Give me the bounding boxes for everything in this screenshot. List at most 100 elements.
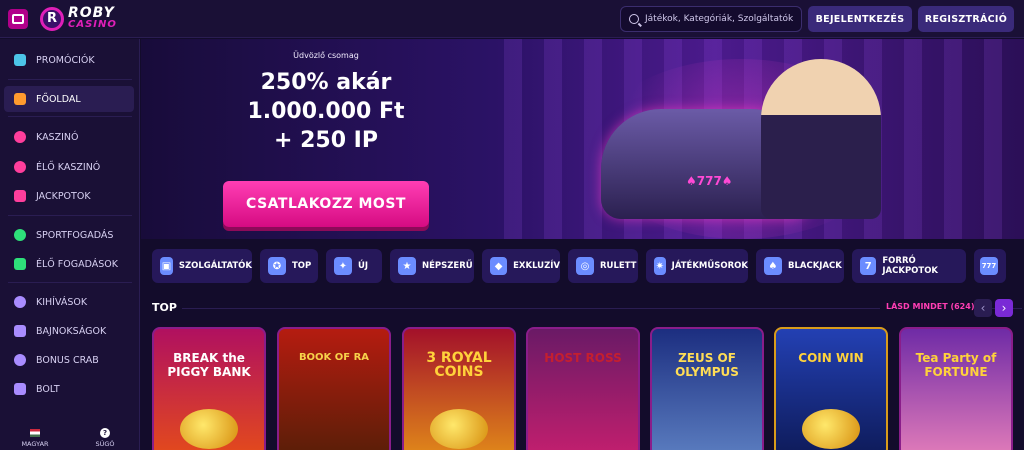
seven-icon: 7 [860, 257, 877, 275]
coin-icon [802, 409, 860, 449]
game-title: 3 ROYAL COINS [426, 350, 492, 380]
trophy-icon [14, 325, 26, 337]
search-placeholder: Játékok, Kategóriák, Szolgáltatók [645, 14, 794, 24]
scroll-left-button[interactable]: ‹ [974, 299, 992, 317]
game-card[interactable]: COIN WIN [774, 327, 888, 450]
category-popular[interactable]: ★ NÉPSZERŰ [390, 249, 474, 283]
sidebar-item-label: ÉLŐ KASZINÓ [36, 161, 101, 173]
sidebar: PROMÓCIÓK FŐOLDAL KASZINÓ ÉLŐ KASZINÓ JA… [0, 39, 140, 450]
hero-line-3: + 250 IP [274, 128, 378, 153]
game-card[interactable]: ZEUS OF OLYMPUS [650, 327, 764, 450]
top-section-header: TOP LÁSD MINDET (624) ‹ › [152, 299, 1022, 317]
slot-777-icon: 777 [980, 257, 998, 275]
top-bar: R ROBY CASINO Játékok, Kategóriák, Szolg… [0, 0, 1024, 38]
category-label: SZOLGÁLTATÓK [178, 261, 252, 271]
help-icon: ? [100, 428, 110, 438]
help-button[interactable]: ? SÚGÓ [70, 423, 140, 450]
casino-chip-icon [14, 131, 26, 143]
register-button[interactable]: REGISZTRÁCIÓ [918, 6, 1014, 32]
game-title: BREAK the PIGGY BANK [167, 351, 251, 379]
game-carousel: BREAK the PIGGY BANK BOOK OF RA 3 ROYAL … [152, 327, 1024, 450]
section-title: TOP [152, 301, 177, 314]
search-input[interactable]: Játékok, Kategóriák, Szolgáltatók [620, 6, 802, 32]
category-label: NÉPSZERŰ [422, 261, 473, 271]
dealer-icon [14, 161, 26, 173]
game-card[interactable]: HOST ROSS [526, 327, 640, 450]
hero-subtitle: Üdvözlő csomag [293, 51, 359, 60]
hero-line-2: 1.000.000 Ft [247, 99, 405, 124]
logo-text: ROBY CASINO [68, 4, 117, 30]
hero-line-1: 250% akár [260, 70, 392, 95]
sidebar-item-jackpots[interactable]: JACKPOTOK [4, 183, 134, 209]
category-roulette[interactable]: ◎ RULETT [568, 249, 638, 283]
language-selector[interactable]: MAGYAR [0, 423, 70, 450]
wheel-icon: ✷ [654, 257, 666, 275]
rider-illustration [761, 59, 881, 219]
category-game-shows[interactable]: ✷ JÁTÉKMŰSOROK [646, 249, 748, 283]
cart-icon [14, 383, 26, 395]
category-label: TOP [292, 261, 312, 271]
category-label: FORRÓ JACKPOTOK [882, 256, 939, 276]
see-all-link[interactable]: LÁSD MINDET (624) [880, 302, 981, 311]
category-providers[interactable]: ▣ SZOLGÁLTATÓK [152, 249, 252, 283]
category-label: ÚJ [358, 261, 369, 271]
category-top[interactable]: ✪ TOP [260, 249, 318, 283]
category-new[interactable]: ✦ ÚJ [326, 249, 382, 283]
logo-sub: CASINO [68, 18, 117, 30]
game-card[interactable]: 3 ROYAL COINS [402, 327, 516, 450]
category-hot-jackpots[interactable]: 7 FORRÓ JACKPOTOK [852, 249, 966, 283]
category-label: JÁTÉKMŰSOROK [671, 261, 748, 271]
ticket-icon [14, 258, 26, 270]
sidebar-item-tournaments[interactable]: BAJNOKSÁGOK [4, 318, 134, 344]
category-label: BLACKJACK [788, 261, 842, 271]
language-label: MAGYAR [21, 440, 49, 448]
game-card[interactable]: Tea Party of FORTUNE [899, 327, 1013, 450]
search-icon [629, 14, 639, 24]
sidebar-item-live-bets[interactable]: ÉLŐ FOGADÁSOK [4, 251, 134, 277]
divider [8, 282, 132, 283]
sidebar-item-label: KIHÍVÁSOK [36, 296, 88, 308]
menu-toggle-button[interactable] [8, 8, 28, 29]
sidebar-item-label: BAJNOKSÁGOK [36, 325, 107, 337]
game-title: ZEUS OF OLYMPUS [675, 351, 739, 379]
medal-icon [14, 296, 26, 308]
diamond-icon: ◆ [490, 257, 508, 275]
sidebar-item-label: PROMÓCIÓK [36, 54, 95, 66]
login-button[interactable]: BEJELENTKEZÉS [808, 6, 912, 32]
sidebar-item-casino[interactable]: KASZINÓ [4, 124, 134, 150]
game-card[interactable]: BREAK the PIGGY BANK [152, 327, 266, 450]
sidebar-item-bonus-crab[interactable]: BONUS CRAB [4, 347, 134, 373]
sidebar-item-label: KASZINÓ [36, 131, 79, 143]
sidebar-item-label: ÉLŐ FOGADÁSOK [36, 258, 118, 270]
logo[interactable]: R ROBY CASINO [40, 4, 117, 31]
sidebar-item-shop[interactable]: BOLT [4, 376, 134, 402]
sidebar-item-label: SPORTFOGADÁS [36, 229, 114, 241]
category-exclusive[interactable]: ◆ EXKLUZÍV [482, 249, 560, 283]
category-bar: ▣ SZOLGÁLTATÓK ✪ TOP ✦ ÚJ ★ NÉPSZERŰ ◆ EXKLUZ… [152, 249, 1022, 283]
ball-icon [14, 229, 26, 241]
scroll-right-button[interactable]: › [995, 299, 1013, 317]
category-more[interactable]: 777 [974, 249, 1006, 283]
sidebar-item-challenges[interactable]: KIHÍVÁSOK [4, 289, 134, 315]
logo-main: ROBY [68, 4, 115, 21]
category-label: RULETT [600, 261, 637, 271]
join-now-button[interactable]: CSATLAKOZZ MOST [223, 181, 429, 227]
sidebar-toggle-icon [12, 13, 24, 24]
divider [8, 116, 132, 117]
folder-icon: ▣ [160, 257, 173, 275]
category-blackjack[interactable]: ♠ BLACKJACK [756, 249, 844, 283]
sidebar-item-home[interactable]: FŐOLDAL [4, 86, 134, 112]
sidebar-item-sports[interactable]: SPORTFOGADÁS [4, 222, 134, 248]
game-card[interactable]: BOOK OF RA [277, 327, 391, 450]
sidebar-item-live-casino[interactable]: ÉLŐ KASZINÓ [4, 154, 134, 180]
sidebar-item-label: BOLT [36, 383, 60, 395]
gift-icon [14, 54, 26, 66]
crab-icon [14, 354, 26, 366]
sidebar-item-label: JACKPOTOK [36, 190, 91, 202]
sidebar-footer: MAGYAR ? SÚGÓ [0, 423, 140, 450]
flag-hungary-icon [30, 429, 40, 437]
help-label: SÚGÓ [95, 440, 115, 448]
game-title: Tea Party of FORTUNE [915, 351, 997, 379]
sidebar-item-promotions[interactable]: PROMÓCIÓK [4, 47, 134, 73]
coin-icon [430, 409, 488, 449]
